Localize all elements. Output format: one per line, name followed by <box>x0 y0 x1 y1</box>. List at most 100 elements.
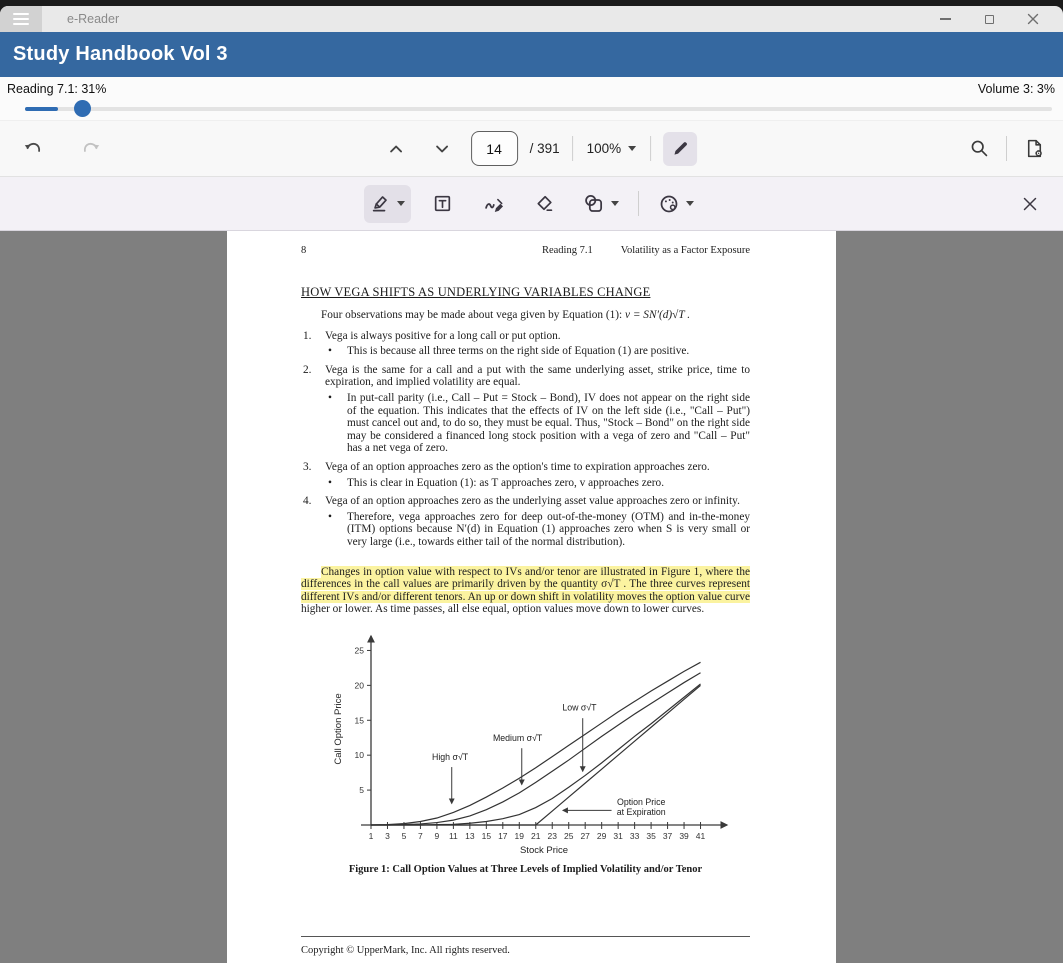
svg-text:15: 15 <box>355 715 365 725</box>
svg-text:5: 5 <box>402 831 407 841</box>
previous-page-button[interactable] <box>379 132 413 166</box>
svg-text:23: 23 <box>548 831 558 841</box>
close-icon <box>1027 13 1039 25</box>
svg-text:10: 10 <box>355 750 365 760</box>
close-button[interactable] <box>1011 6 1055 32</box>
toolbar-separator <box>637 191 639 216</box>
maximize-button[interactable] <box>967 6 1011 32</box>
figure-chart-svg: 1 3 5 7 9 11 13 15 17 19 21 23 25 27 29 31 33 35 37 39 41510… <box>333 634 729 856</box>
eraser-icon <box>537 195 553 212</box>
svg-text:29: 29 <box>597 831 607 841</box>
zoom-level-value: 100% <box>586 141 622 156</box>
svg-text:Medium σ√T: Medium σ√T <box>493 733 543 743</box>
page-footer: Copyright © UpperMark, Inc. All rights r… <box>301 936 750 956</box>
svg-text:9: 9 <box>435 831 440 841</box>
svg-text:35: 35 <box>646 831 656 841</box>
svg-text:1: 1 <box>369 831 374 841</box>
list-sub-bullet: Therefore, vega approaches zero for deep… <box>327 511 750 549</box>
svg-text:Low σ√T: Low σ√T <box>562 702 597 712</box>
list-item: 1. Vega is always positive for a long cal… <box>303 329 561 342</box>
minimize-button[interactable] <box>923 6 967 32</box>
chapter-title: Volatility as a Factor Exposure <box>620 245 750 256</box>
search-icon <box>971 140 987 157</box>
shape-tool-button[interactable] <box>577 185 625 223</box>
reading-progress-label: Reading 7.1: 31% <box>7 82 107 96</box>
progress-slider[interactable] <box>25 100 1052 117</box>
chevron-up-icon <box>389 145 402 152</box>
page-total-label: / 391 <box>529 141 560 156</box>
book-header: Study Handbook Vol 3 <box>0 32 1063 77</box>
hamburger-menu-button[interactable] <box>0 6 42 32</box>
document-page: 8 Reading 7.1 Volatility as a Factor Exp… <box>227 231 836 963</box>
zoom-level-dropdown[interactable]: 100% <box>585 141 639 156</box>
svg-text:27: 27 <box>580 831 590 841</box>
color-palette-button[interactable] <box>652 185 700 223</box>
list-item: 4. Vega of an option approaches zero as t… <box>303 495 740 508</box>
svg-text:39: 39 <box>679 831 689 841</box>
svg-text:21: 21 <box>531 831 541 841</box>
svg-text:41: 41 <box>696 831 706 841</box>
progress-strip: Reading 7.1: 31% Volume 3: 3% <box>0 77 1063 120</box>
next-page-button[interactable] <box>425 132 459 166</box>
draw-tool-button[interactable] <box>475 185 513 223</box>
svg-text:at Expiration: at Expiration <box>617 807 666 817</box>
svg-text:7: 7 <box>418 831 423 841</box>
reading-label: Reading 7.1 <box>541 245 593 256</box>
section-heading: HOW VEGA SHIFTS AS UNDERLYING VARIABLES … <box>301 285 651 299</box>
svg-text:19: 19 <box>515 831 525 841</box>
svg-text:Call Option Price: Call Option Price <box>333 693 344 764</box>
freehand-draw-icon <box>484 198 503 212</box>
document-settings-button[interactable] <box>1017 132 1051 166</box>
observation-list: 1. Vega is always positive for a long cal… <box>301 330 750 549</box>
svg-text:5: 5 <box>359 785 364 795</box>
undo-button[interactable] <box>16 132 50 166</box>
list-sub-bullet: This is clear in Equation (1): as T appr… <box>327 477 750 490</box>
svg-text:33: 33 <box>630 831 640 841</box>
highlight-annotation[interactable]: Changes in option value with respect to … <box>301 565 750 603</box>
intro-paragraph: Four observations may be made about vega… <box>321 309 691 321</box>
page-number-input[interactable] <box>470 131 518 166</box>
caret-down-icon <box>396 201 405 206</box>
volume-progress-label: Volume 3: 3% <box>977 82 1055 96</box>
main-toolbar: / 391 100% <box>0 120 1063 177</box>
search-button[interactable] <box>962 132 996 166</box>
text-tool-button[interactable] <box>424 185 462 223</box>
highlighter-tool-button[interactable] <box>363 184 411 223</box>
slider-thumb[interactable] <box>74 100 91 117</box>
toolbar-separator <box>571 136 573 161</box>
copyright-text: Copyright © UpperMark, Inc. All rights r… <box>301 945 510 956</box>
svg-text:High σ√T: High σ√T <box>432 752 469 762</box>
window-controls <box>923 6 1055 32</box>
svg-text:17: 17 <box>498 831 508 841</box>
pencil-icon <box>674 142 687 155</box>
close-icon <box>1023 197 1037 210</box>
caret-down-icon <box>610 201 619 206</box>
page-running-header: 8 Reading 7.1 Volatility as a Factor Exp… <box>301 245 750 256</box>
toolbar-separator <box>650 136 652 161</box>
text-box-icon <box>434 195 451 212</box>
figure-1: 1 3 5 7 9 11 13 15 17 19 21 23 25 27 29 31 33 35 37 39 41 5 10… <box>301 629 750 875</box>
svg-text:25: 25 <box>564 831 574 841</box>
highlighted-paragraph: Changes in option value with respect to … <box>301 565 750 616</box>
redo-icon <box>83 142 100 152</box>
e-reader-app: e-Reader Study Handbook Vol 3 Reading 7.… <box>0 0 1063 963</box>
svg-text:11: 11 <box>449 831 458 841</box>
document-gear-icon <box>1027 139 1042 158</box>
list-item: 3. Vega of an option approaches zero as t… <box>303 460 710 473</box>
document-viewer[interactable]: 8 Reading 7.1 Volatility as a Factor Exp… <box>0 231 1063 963</box>
list-item: 2. Vega is the same for a call and a put … <box>303 363 750 389</box>
undo-icon <box>24 142 41 152</box>
svg-text:37: 37 <box>663 831 673 841</box>
svg-text:Option Price: Option Price <box>617 797 666 807</box>
svg-text:Stock Price: Stock Price <box>520 845 568 856</box>
annotate-mode-button[interactable] <box>663 131 698 166</box>
figure-caption: Figure 1: Call Option Values at Three Le… <box>348 863 703 875</box>
redo-button[interactable] <box>74 132 108 166</box>
caret-down-icon <box>685 201 694 206</box>
shapes-icon <box>584 194 602 212</box>
slider-track[interactable] <box>25 106 1052 111</box>
svg-text:31: 31 <box>613 831 623 841</box>
book-title: Study Handbook Vol 3 <box>13 43 228 65</box>
eraser-tool-button[interactable] <box>526 185 564 223</box>
close-annotation-bar-button[interactable] <box>1013 187 1047 221</box>
